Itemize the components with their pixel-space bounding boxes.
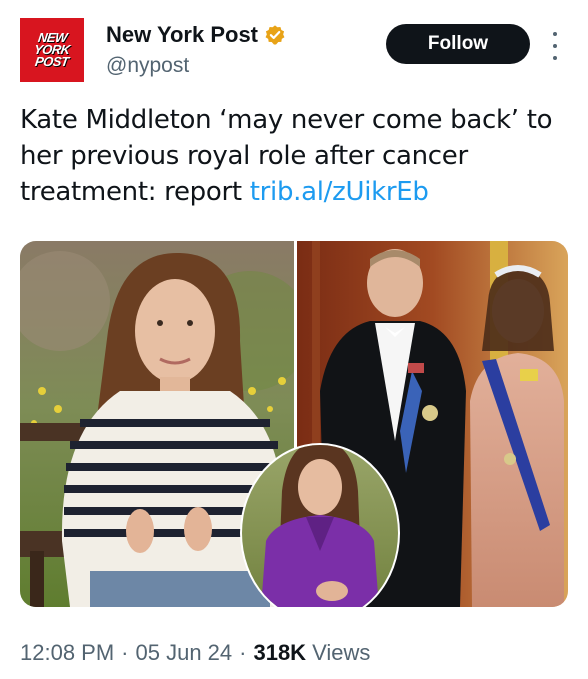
tweet-media-image[interactable] (20, 241, 568, 607)
display-name[interactable]: New York Post (106, 22, 258, 48)
separator-dot: · (239, 640, 247, 665)
views-count: 318K (253, 640, 307, 665)
photo-collage-graphic (20, 241, 568, 607)
account-handle[interactable]: @nypost (106, 54, 189, 78)
tweet-text: Kate Middleton ‘may never come back’ to … (20, 102, 568, 210)
tweet-time[interactable]: 12:08 PM (20, 640, 114, 666)
follow-button[interactable]: Follow (386, 24, 530, 64)
views-label: Views (312, 640, 371, 665)
tweet-header: NEW YORK POST New York Post @nypost Foll… (20, 18, 568, 84)
tweet-link[interactable]: trib.al/zUikrEb (250, 177, 429, 207)
tweet-meta: 12:08 PM · 05 Jun 24 · 318K Views (20, 640, 370, 666)
nypost-logo-avatar[interactable]: NEW YORK POST (20, 18, 84, 82)
tweet-date[interactable]: 05 Jun 24 (136, 640, 233, 666)
more-options-icon[interactable] (552, 32, 558, 60)
logo-line-3: POST (34, 54, 70, 69)
separator-dot: · (121, 640, 129, 665)
verified-badge-icon (265, 25, 285, 45)
name-row: New York Post (106, 22, 286, 48)
